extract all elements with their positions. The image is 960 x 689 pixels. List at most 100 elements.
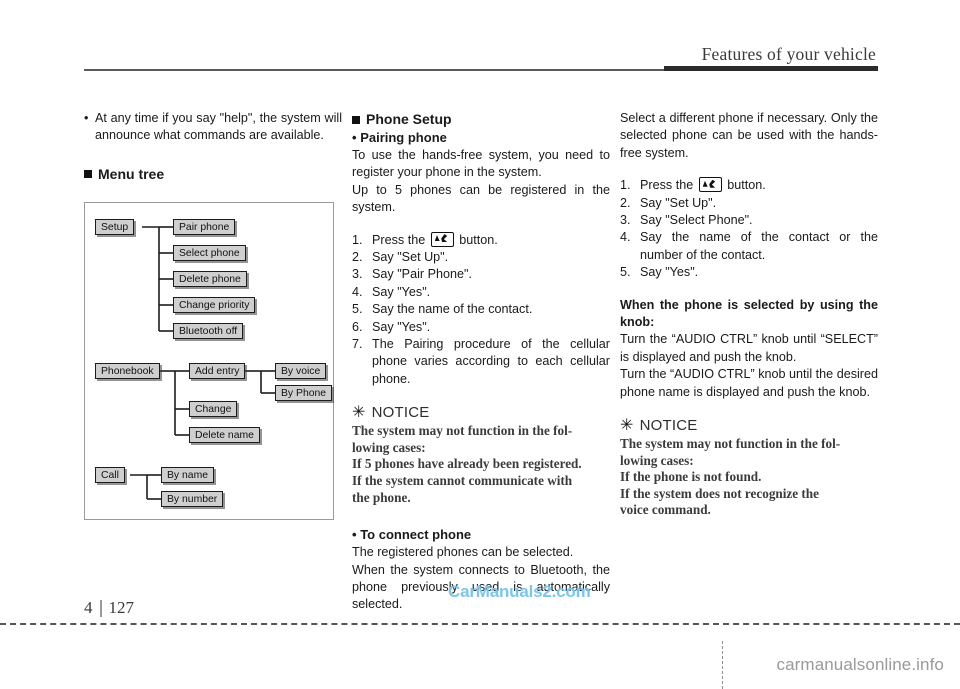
square-bullet-icon (84, 170, 92, 179)
bullet-icon: • (84, 111, 89, 125)
header-rule-dark (664, 66, 878, 71)
pairing-step-5-number: 5. (352, 302, 363, 317)
notice-heading-right: ✳ NOTICE (620, 416, 878, 436)
page-folio-number: 127 (108, 598, 135, 617)
body-watermark: CarManuals2.com (448, 582, 591, 601)
footer-vertical-dashed-rule (722, 641, 723, 689)
select-step-3-text: Say "Select Phone". (640, 213, 753, 228)
pairing-step-7-number: 7. (352, 337, 363, 352)
tree-node-change-priority[interactable]: Change priority (173, 297, 256, 313)
page-title: Features of your vehicle (701, 44, 876, 64)
pairing-step-1: 1. Press the button. (352, 231, 610, 249)
phone-setup-heading-label: Phone Setup (366, 111, 452, 127)
select-step-1-pre: Press the (640, 178, 694, 193)
pairing-step-3-number: 3. (352, 267, 363, 282)
select-step-5: 5. Say "Yes". (620, 264, 878, 281)
pairing-step-6-text: Say "Yes". (372, 319, 431, 334)
knob-heading: When the phone is selected by using the … (620, 297, 878, 330)
notice-body-right: The system may not function in the fol- … (620, 436, 878, 519)
select-step-4: 4. Say the name of the contact or the nu… (620, 229, 878, 264)
select-step-5-number: 5. (620, 265, 631, 280)
dot-bullet-icon: • (352, 130, 357, 145)
left-column: • At any time if you say "help", the sys… (84, 110, 342, 184)
pairing-step-5: 5. Say the name of the contact. (352, 301, 610, 318)
notice-heading-middle: ✳ NOTICE (352, 403, 610, 423)
notice-line: lowing cases: (620, 452, 694, 468)
connect-phone-subheading-label: To connect phone (360, 527, 472, 543)
select-step-1: 1. Press the button. (620, 177, 878, 194)
footer-dashed-rule (0, 623, 960, 625)
select-step-3: 3. Say "Select Phone". (620, 212, 878, 229)
tree-node-by-name[interactable]: By name (161, 467, 215, 483)
pairing-step-7-text: The Pairing procedure of the cellular ph… (372, 337, 610, 386)
knob-body-2: Turn the “AUDIO CTRL” knob until the des… (620, 367, 878, 399)
select-step-3-number: 3. (620, 213, 631, 228)
tree-node-bluetooth-off[interactable]: Bluetooth off (173, 323, 244, 339)
notice-line: The system may not function in the fol- (620, 436, 841, 452)
page-number-divider (99, 599, 102, 617)
notice-star-icon: ✳ (352, 404, 366, 422)
pairing-step-7: 7. The Pairing procedure of the cellular… (352, 336, 610, 388)
pairing-step-6: 6. Say "Yes". (352, 319, 610, 336)
tree-node-change[interactable]: Change (189, 401, 238, 417)
right-column: Select a different phone if necessary. O… (620, 110, 878, 519)
talk-button-icon (698, 177, 722, 193)
notice-line: If the phone is not found. (620, 469, 762, 485)
help-bullet-text: At any time if you say "help", the syste… (95, 111, 342, 143)
pairing-step-1-pre: Press the (372, 232, 426, 247)
connect-phone-subheading: • To connect phone (352, 526, 610, 544)
pairing-step-4-text: Say "Yes". (372, 284, 431, 299)
tree-node-select-phone[interactable]: Select phone (173, 245, 246, 261)
select-phone-intro: Select a different phone if necessary. O… (620, 111, 878, 160)
tree-node-phonebook[interactable]: Phonebook (95, 363, 160, 379)
tree-node-setup[interactable]: Setup (95, 219, 135, 235)
help-bullet-note: • At any time if you say "help", the sys… (84, 110, 342, 145)
notice-title-right: NOTICE (639, 417, 698, 435)
pairing-step-3-text: Say "Pair Phone". (372, 267, 472, 282)
connect-body-1: The registered phones can be selected. (352, 545, 574, 560)
notice-line: the phone. (352, 489, 411, 505)
knob-body-1: Turn the “AUDIO CTRL” knob until “SELECT… (620, 332, 878, 364)
tree-node-add-entry[interactable]: Add entry (189, 363, 246, 379)
pairing-step-1-post: button. (459, 232, 498, 247)
pairing-step-5-text: Say the name of the contact. (372, 302, 533, 317)
select-step-2: 2. Say "Set Up". (620, 195, 878, 212)
select-step-4-text: Say the name of the contact or the numbe… (640, 230, 878, 262)
tree-node-delete-name[interactable]: Delete name (189, 427, 260, 443)
select-step-2-number: 2. (620, 195, 631, 210)
pairing-phone-subheading-label: Pairing phone (360, 130, 447, 145)
notice-line: The system may not function in the fol- (352, 423, 573, 439)
menu-tree-heading: Menu tree (84, 165, 342, 184)
pairing-step-2: 2. Say "Set Up". (352, 249, 610, 266)
tree-node-delete-phone[interactable]: Delete phone (173, 271, 247, 287)
notice-line: voice command. (620, 502, 711, 518)
select-step-4-number: 4. (620, 230, 631, 245)
talk-button-icon (430, 231, 454, 247)
tree-node-by-phone[interactable]: By Phone (275, 385, 333, 401)
tree-node-by-voice[interactable]: By voice (275, 363, 327, 379)
phone-setup-heading: Phone Setup (352, 110, 610, 129)
footer-watermark: carmanualsonline.info (776, 655, 944, 674)
select-step-1-number: 1. (620, 178, 631, 193)
tree-node-call[interactable]: Call (95, 467, 125, 483)
pairing-step-6-number: 6. (352, 319, 363, 334)
select-step-2-text: Say "Set Up". (640, 195, 717, 210)
pairing-intro-1: To use the hands-free system, you need t… (352, 148, 610, 180)
pairing-step-1-number: 1. (352, 232, 363, 247)
tree-node-pair-phone[interactable]: Pair phone (173, 219, 236, 235)
page-number: 4 127 (84, 598, 134, 618)
pairing-step-3: 3. Say "Pair Phone". (352, 266, 610, 283)
menu-tree-diagram: Setup Pair phone Select phone Delete pho… (84, 202, 334, 520)
notice-title-middle: NOTICE (371, 404, 430, 422)
tree-node-by-number[interactable]: By number (161, 491, 224, 507)
middle-column: Phone Setup • Pairing phone To use the h… (352, 110, 610, 614)
square-bullet-icon (352, 115, 360, 124)
select-step-5-text: Say "Yes". (640, 265, 699, 280)
dot-bullet-icon: • (352, 527, 357, 543)
pairing-step-4-number: 4. (352, 284, 363, 299)
pairing-intro-2: Up to 5 phones can be registered in the … (352, 182, 610, 215)
pairing-phone-subheading: • Pairing phone (352, 129, 610, 147)
menu-tree-heading-label: Menu tree (98, 165, 165, 182)
select-step-1-post: button. (727, 178, 766, 193)
notice-star-icon: ✳ (620, 417, 634, 435)
